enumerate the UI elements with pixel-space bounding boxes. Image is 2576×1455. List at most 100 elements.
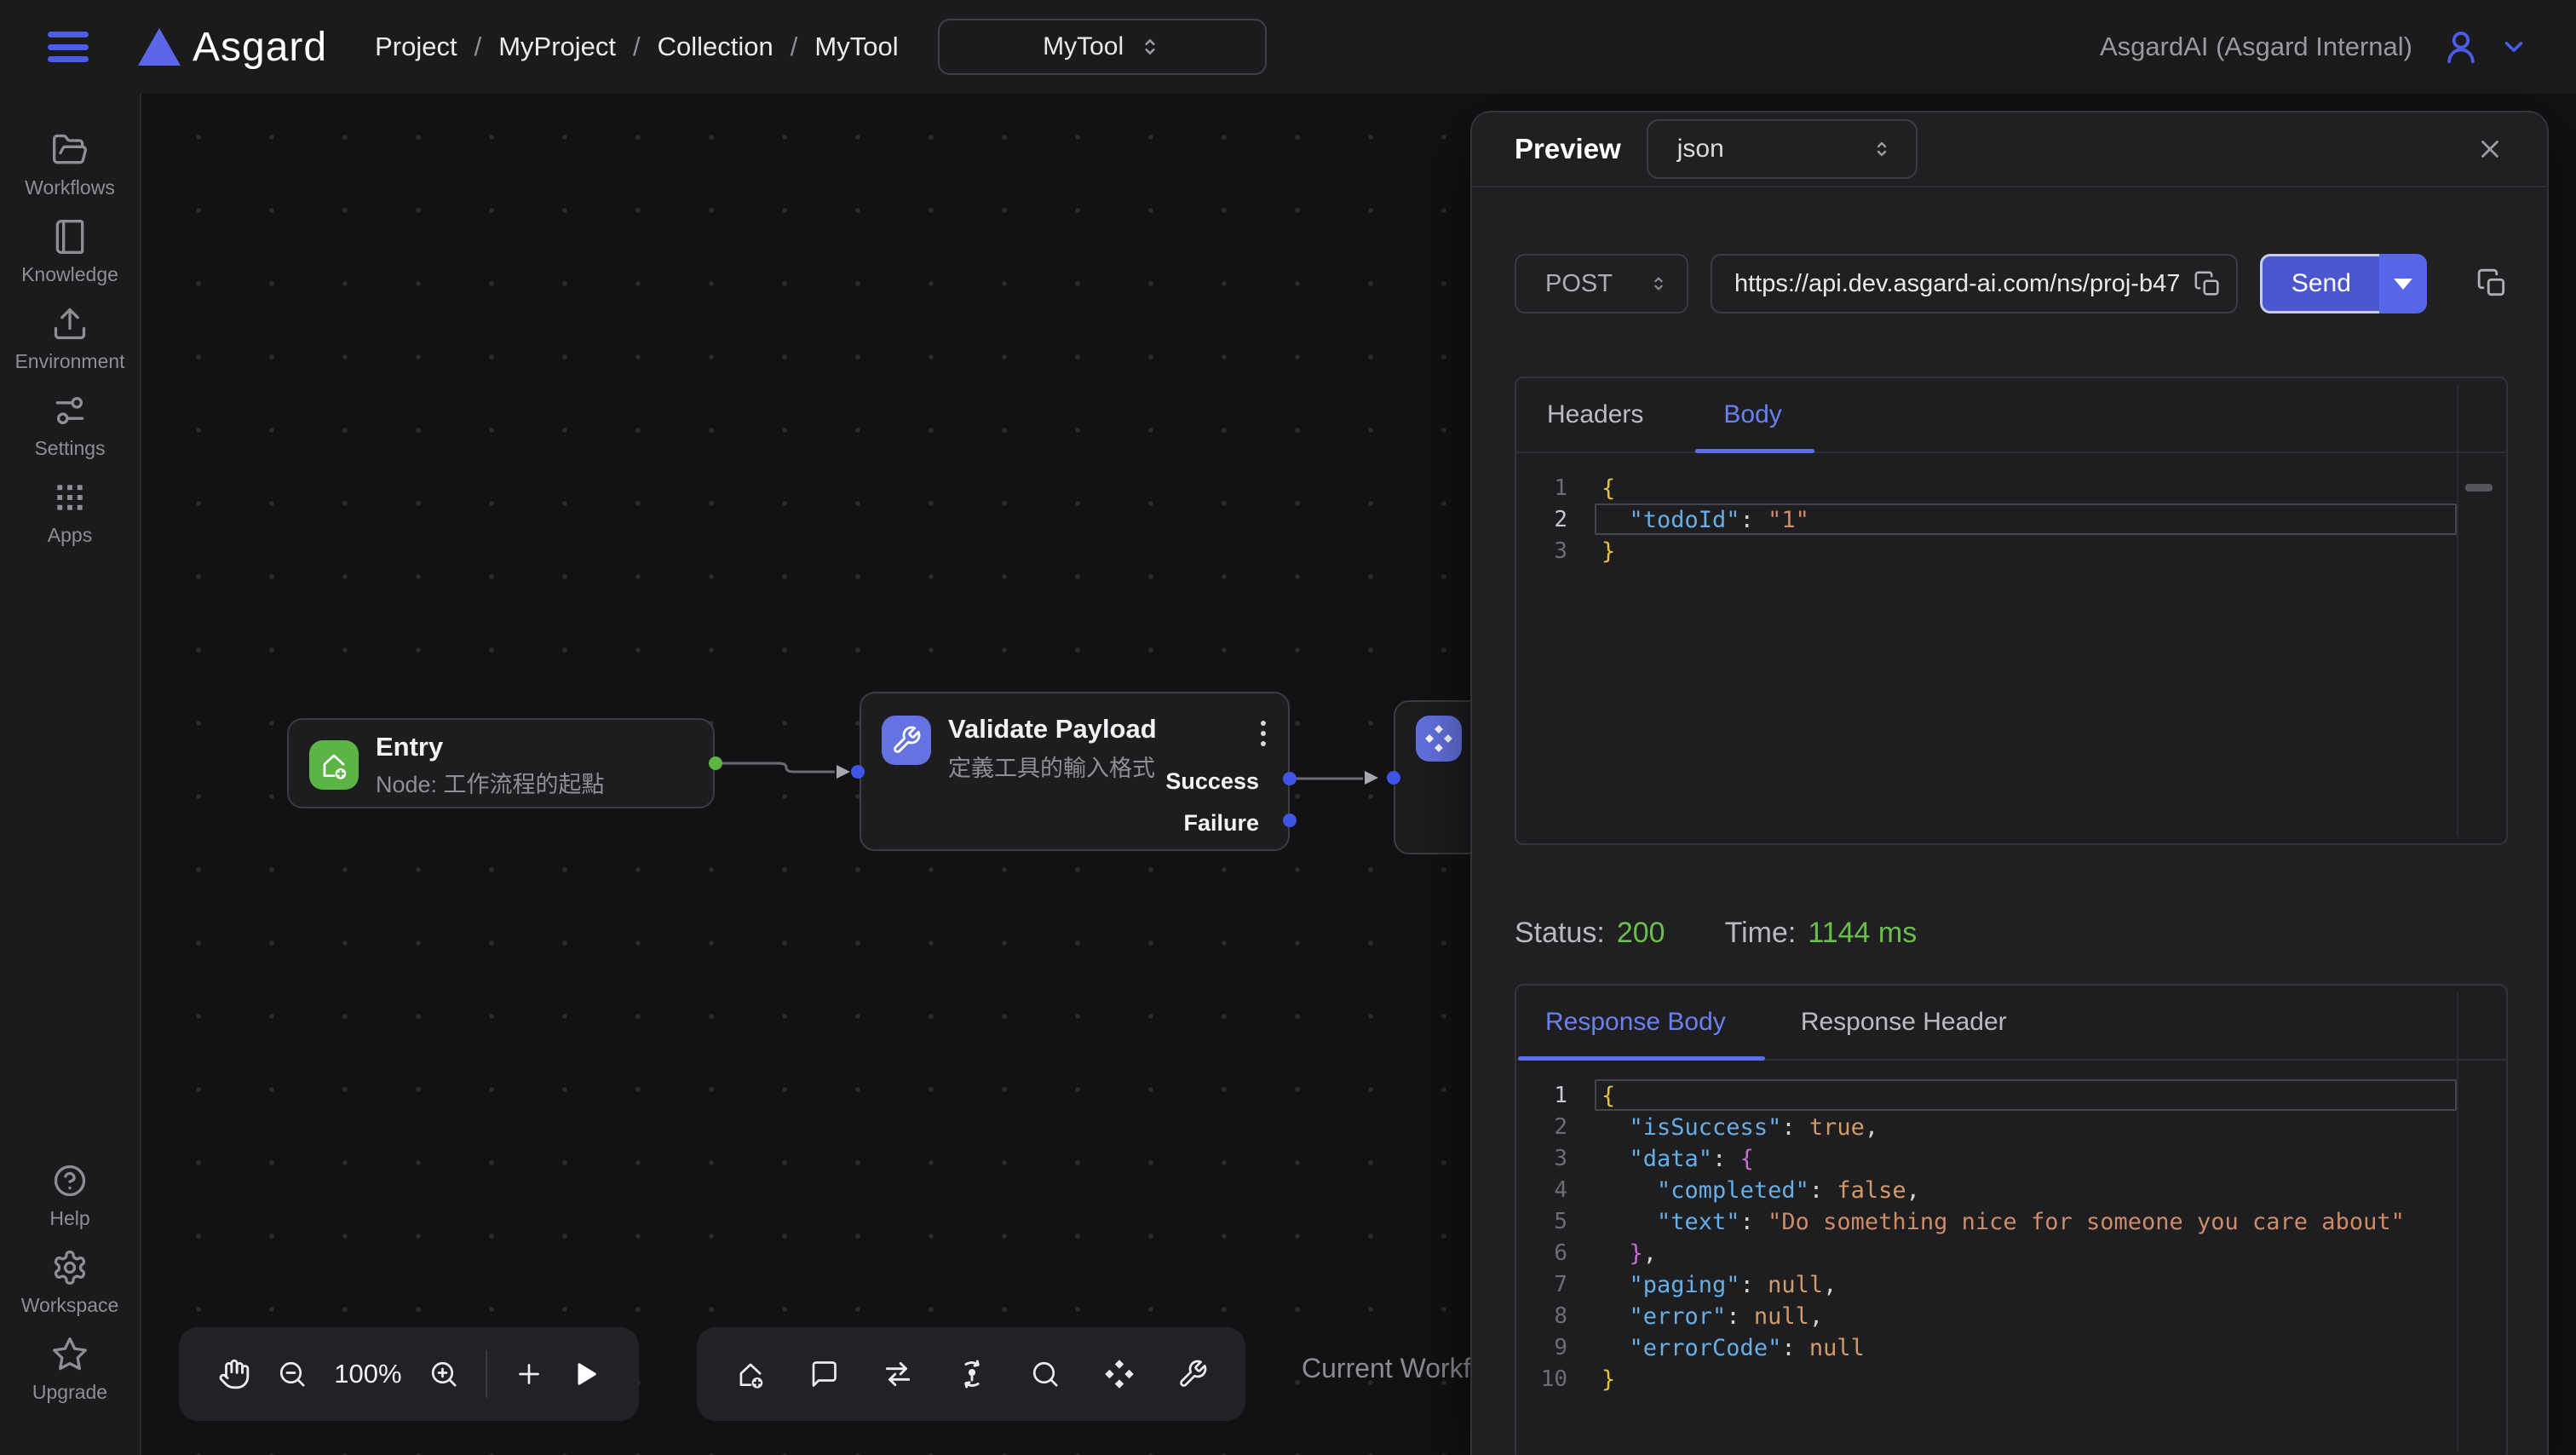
zoom-level-indicator[interactable]: 100% (334, 1359, 401, 1389)
line-number: 8 (1516, 1303, 1567, 1329)
line-content: { (1595, 472, 2457, 503)
code-line[interactable]: 8 "error": null, (1516, 1300, 2506, 1331)
line-number: 2 (1516, 1114, 1567, 1140)
line-number: 1 (1516, 475, 1567, 501)
breadcrumb-project[interactable]: Project (375, 32, 457, 62)
sidebar-item-apps[interactable]: Apps (2, 479, 138, 547)
line-number: 9 (1516, 1335, 1567, 1360)
comment-button[interactable] (808, 1359, 839, 1389)
zoom-in-button[interactable] (428, 1359, 459, 1389)
tab-headers[interactable]: Headers (1547, 400, 1643, 429)
tab-response-body[interactable]: Response Body (1545, 1008, 1726, 1037)
code-line[interactable]: 1{ (1516, 1079, 2506, 1111)
copy-icon[interactable] (2194, 270, 2222, 299)
node-title: Entry (376, 732, 443, 762)
code-line[interactable]: 3 "data": { (1516, 1142, 2506, 1174)
toolbar-divider (486, 1350, 487, 1398)
code-line[interactable]: 9 "errorCode": null (1516, 1331, 2506, 1363)
line-content: } (1595, 535, 2457, 566)
send-options-button[interactable] (2379, 254, 2427, 313)
breadcrumb-separator: / (474, 32, 482, 62)
code-line[interactable]: 1{ (1516, 472, 2506, 503)
node-menu-button[interactable] (1261, 721, 1266, 746)
search-button[interactable] (1030, 1359, 1061, 1389)
status-value: 200 (1617, 917, 1665, 950)
request-body-card: Headers Body 1{2 "todoId": "1"3} (1515, 377, 2508, 845)
upload-icon (51, 305, 89, 342)
zoom-out-button[interactable] (277, 1359, 308, 1389)
sidebar-item-help[interactable]: Help (2, 1162, 138, 1230)
code-line[interactable]: 7 "paging": null, (1516, 1268, 2506, 1300)
node-validate-payload[interactable]: Validate Payload 定義工具的輸入格式 Success Failu… (860, 692, 1290, 851)
ai-suggest-button[interactable] (956, 1358, 988, 1390)
tool-node-button[interactable] (1177, 1359, 1208, 1389)
close-icon[interactable] (2475, 135, 2504, 164)
sidebar-item-label: Settings (34, 437, 105, 460)
breadcrumb-mytool[interactable]: MyTool (814, 32, 898, 62)
node-entry[interactable]: Entry Node: 工作流程的起點 (287, 718, 715, 808)
port-label-success: Success (1165, 768, 1259, 795)
method-select-value: POST (1545, 270, 1649, 298)
add-button[interactable] (514, 1359, 544, 1389)
line-content: "text": "Do something nice for someone y… (1595, 1205, 2457, 1237)
sidebar-item-label: Workflows (25, 176, 115, 199)
method-select[interactable]: POST (1515, 254, 1688, 313)
breadcrumb-collection[interactable]: Collection (658, 32, 773, 62)
search-icon (1030, 1359, 1061, 1389)
tab-body[interactable]: Body (1723, 400, 1781, 429)
request-bar: POST https://api.dev.asgard-ai.com/ns/pr… (1515, 254, 2504, 313)
api-diamond-icon (1416, 716, 1462, 762)
response-body-viewer[interactable]: 1{2 "isSuccess": true,3 "data": {4 "comp… (1516, 1062, 2506, 1455)
gear-icon (51, 1249, 89, 1286)
code-line[interactable]: 2 "todoId": "1" (1516, 503, 2506, 535)
caret-down-icon (2394, 279, 2412, 290)
help-circle-icon (51, 1162, 89, 1199)
active-tab-underline (1695, 449, 1814, 453)
api-node-button[interactable] (1103, 1358, 1136, 1390)
sidebar-item-settings[interactable]: Settings (2, 392, 138, 460)
code-line[interactable]: 10} (1516, 1363, 2506, 1395)
send-button[interactable]: Send (2260, 254, 2379, 313)
sidebar-item-knowledge[interactable]: Knowledge (2, 218, 138, 286)
code-line[interactable]: 6 }, (1516, 1237, 2506, 1268)
editor-scrollbar[interactable] (2457, 385, 2458, 837)
account-label: AsgardAI (Asgard Internal) (2100, 32, 2412, 62)
sidebar-item-label: Help (49, 1207, 89, 1230)
sidebar-item-workflows[interactable]: Workflows (2, 131, 138, 199)
format-select[interactable]: json (1647, 119, 1918, 179)
code-line[interactable]: 5 "text": "Do something nice for someone… (1516, 1205, 2506, 1237)
hamburger-menu-button[interactable] (48, 32, 89, 62)
code-line[interactable]: 4 "completed": false, (1516, 1174, 2506, 1205)
line-content: { (1595, 1079, 2457, 1111)
book-icon (51, 218, 89, 256)
port-label-failure: Failure (1183, 810, 1259, 837)
code-line[interactable]: 2 "isSuccess": true, (1516, 1111, 2506, 1142)
sidebar-item-label: Workspace (21, 1294, 119, 1317)
tool-selector-dropdown[interactable]: MyTool (938, 19, 1267, 75)
copy-request-icon[interactable] (2476, 267, 2509, 300)
sidebar-item-environment[interactable]: Environment (2, 305, 138, 373)
sidebar-item-upgrade[interactable]: Upgrade (2, 1336, 138, 1404)
user-icon[interactable] (2441, 27, 2481, 66)
wrench-icon (1177, 1359, 1208, 1389)
line-content: "isSuccess": true, (1595, 1111, 2457, 1142)
swap-connections-button[interactable] (882, 1358, 914, 1390)
pan-hand-button[interactable] (218, 1358, 250, 1390)
breadcrumb-myproject[interactable]: MyProject (498, 32, 616, 62)
request-body-editor[interactable]: 1{2 "todoId": "1"3} (1516, 455, 2506, 843)
hand-icon (218, 1358, 250, 1390)
run-button[interactable] (571, 1360, 600, 1389)
code-line[interactable]: 3} (1516, 535, 2506, 566)
chevron-down-icon[interactable] (2499, 32, 2528, 61)
node-title: Validate Payload (948, 714, 1157, 745)
sliders-icon (51, 392, 89, 429)
app-name: Asgard (193, 24, 327, 71)
breadcrumb: Project / MyProject / Collection / MyToo… (375, 32, 899, 62)
tab-response-header[interactable]: Response Header (1801, 1008, 2007, 1037)
viewer-scrollbar[interactable] (2457, 992, 2458, 1452)
url-input[interactable]: https://api.dev.asgard-ai.com/ns/proj-b4… (1711, 254, 2238, 313)
sidebar-item-workspace[interactable]: Workspace (2, 1249, 138, 1317)
tool-selector-value: MyTool (1043, 32, 1124, 61)
add-entry-node-button[interactable] (734, 1358, 767, 1390)
line-number: 4 (1516, 1177, 1567, 1203)
